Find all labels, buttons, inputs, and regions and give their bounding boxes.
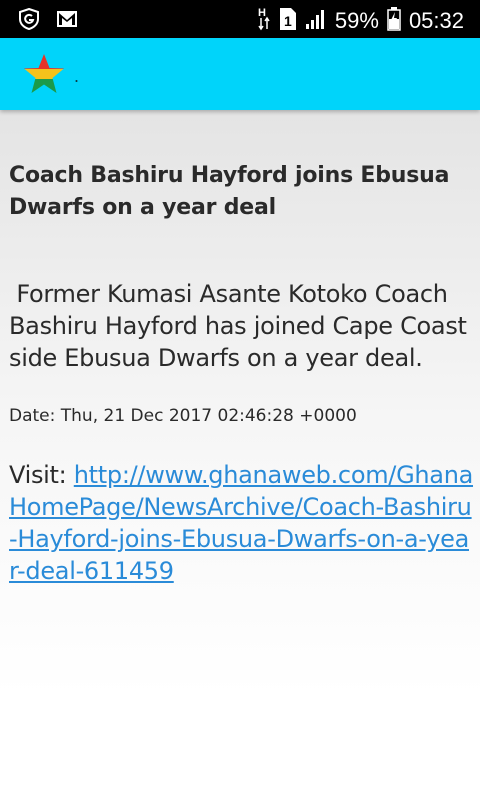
visit-label: Visit:: [9, 461, 74, 489]
article-view: Coach Bashiru Hayford joins Ebusua Dwarf…: [0, 110, 480, 800]
battery-icon: [387, 7, 401, 35]
article: Coach Bashiru Hayford joins Ebusua Dwarf…: [9, 160, 473, 587]
article-date: Date: Thu, 21 Dec 2017 02:46:28 +0000: [9, 406, 357, 426]
visit-line: Visit: http://www.ghanaweb.com/GhanaHome…: [9, 459, 473, 587]
shield-icon: [18, 7, 40, 34]
svg-text:H: H: [258, 7, 266, 19]
article-link[interactable]: http://www.ghanaweb.com/GhanaHomePage/Ne…: [9, 461, 473, 585]
battery-percent: 59%: [334, 8, 379, 33]
gmail-icon: [56, 10, 78, 32]
article-headline: Coach Bashiru Hayford joins Ebusua Dwarf…: [9, 163, 450, 220]
sim-1-icon: 1: [279, 7, 297, 35]
svg-text:1: 1: [284, 13, 292, 29]
app-bar: .: [0, 38, 480, 110]
ghana-star-logo[interactable]: [22, 53, 66, 95]
clock: 05:32: [408, 8, 464, 33]
data-arrows-icon: H: [257, 6, 271, 36]
article-summary: Former Kumasi Asante Kotoko Coach Bashir…: [9, 280, 474, 372]
app-title: .: [74, 66, 80, 86]
status-bar: H 1 59% 05:32: [0, 0, 480, 38]
signal-icon: [305, 8, 327, 34]
